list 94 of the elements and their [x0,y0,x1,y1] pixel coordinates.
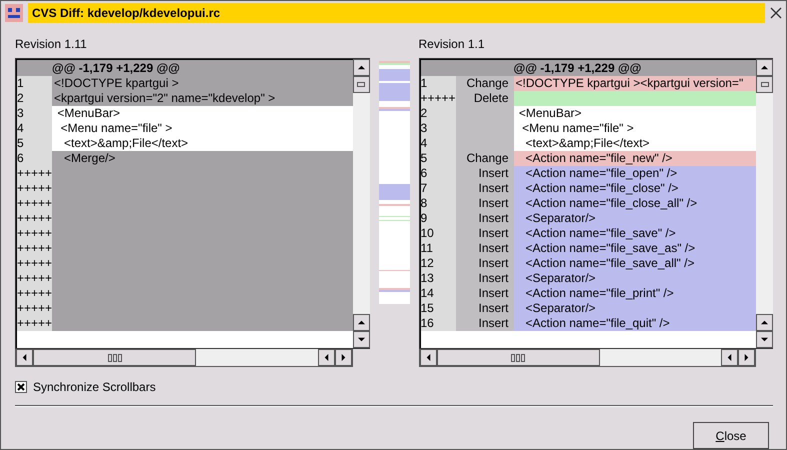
change-type: Insert [456,316,514,331]
sync-checkbox[interactable] [15,381,27,393]
line-number: +++++ [17,166,52,181]
change-type: Change [456,151,514,166]
revision-label: Revision 1.1 [418,36,486,53]
line-number: 1 [17,76,52,91]
hunk-header: @@ -1,179 +1,229 @@ [420,60,756,76]
line-number: 12 [420,256,456,271]
left-arrow-icon [322,354,330,361]
change-type: Delete [456,91,514,106]
line-number: 4 [420,136,456,151]
app-icon [5,4,23,22]
line-number: 3 [17,106,52,121]
down-arrow-icon [761,336,768,343]
change-type: Insert [456,256,514,271]
line-number: 14 [420,286,456,301]
scroll-up-button[interactable] [756,314,773,331]
line-number: 2 [17,91,52,106]
scroll-left-button[interactable] [16,349,33,366]
change-type: Insert [456,196,514,211]
change-type: Change [456,76,514,91]
line-number: 13 [420,271,456,286]
line-number: 5 [420,151,456,166]
line-number: +++++ [17,271,52,286]
line-number: 9 [420,211,456,226]
window-title: CVS Diff: kdevelop/kdevelopui.rc [28,3,765,23]
horizontal-scrollbar[interactable] [418,349,756,367]
line-number: +++++ [17,181,52,196]
scroll-left-button[interactable] [721,349,738,366]
right-arrow-icon [340,354,346,361]
line-number: +++++ [17,241,52,256]
line-number: 5 [17,136,52,151]
scroll-down-button[interactable] [756,331,773,348]
line-number: 16 [420,316,456,331]
grip-icon [357,82,365,87]
scroll-up-button[interactable] [756,59,773,76]
down-arrow-icon [358,336,364,343]
left-arrow-icon [21,354,28,361]
line-number: 6 [17,151,52,166]
up-arrow-icon [761,64,768,71]
up-arrow-icon [358,319,364,326]
scroll-down-button[interactable] [352,331,370,348]
line-number: +++++ [17,286,52,301]
horizontal-scrollbar[interactable] [15,349,352,367]
change-type: Insert [456,301,514,316]
line-number: +++++ [17,256,52,271]
line-number: 6 [420,166,456,181]
line-number: 3 [420,121,456,136]
left-arrow-icon [726,354,733,361]
scroll-left-button[interactable] [318,349,334,366]
line-number: +++++ [17,316,52,331]
vertical-scrollbar[interactable] [352,59,370,348]
checkbox-label: Synchronize Scrollbars [33,380,156,394]
close-icon[interactable] [770,7,782,19]
scroll-up-button[interactable] [352,59,370,76]
change-type: Insert [456,166,514,181]
line-number: +++++ [17,211,52,226]
hunk-header: @@ -1,179 +1,229 @@ [17,60,352,76]
grip-icon [760,82,768,87]
line-number: 11 [420,241,456,256]
grip-icon [511,354,525,362]
close-button[interactable]: Close [693,422,769,449]
change-type: Insert [456,211,514,226]
scroll-thumb[interactable] [352,76,370,93]
grip-icon [108,354,122,362]
up-arrow-icon [761,319,768,326]
line-number: 10 [420,226,456,241]
line-number: 2 [420,106,456,121]
change-type: Insert [456,271,514,286]
left-arrow-icon [424,354,432,361]
scroll-left-button[interactable] [420,349,436,366]
scroll-thumb[interactable] [756,76,773,93]
vertical-scrollbar[interactable] [756,59,773,348]
right-arrow-icon [743,354,750,361]
line-number: 15 [420,301,456,316]
scroll-thumb[interactable] [436,349,600,366]
scroll-right-button[interactable] [738,349,755,366]
scroll-up-button[interactable] [352,314,370,331]
line-number: +++++ [17,226,52,241]
line-number: +++++ [420,91,456,106]
line-number: +++++ [17,301,52,316]
scroll-right-button[interactable] [334,349,352,366]
change-type: Insert [456,241,514,256]
line-number: 1 [420,76,456,91]
change-type: Insert [456,286,514,301]
revision-label: Revision 1.11 [15,36,88,53]
up-arrow-icon [358,64,364,71]
line-number: 8 [420,196,456,211]
change-type: Insert [456,226,514,241]
change-type: Insert [456,181,514,196]
line-number: 4 [17,121,52,136]
line-number: +++++ [17,196,52,211]
scroll-thumb[interactable] [33,349,196,366]
line-number: 7 [420,181,456,196]
